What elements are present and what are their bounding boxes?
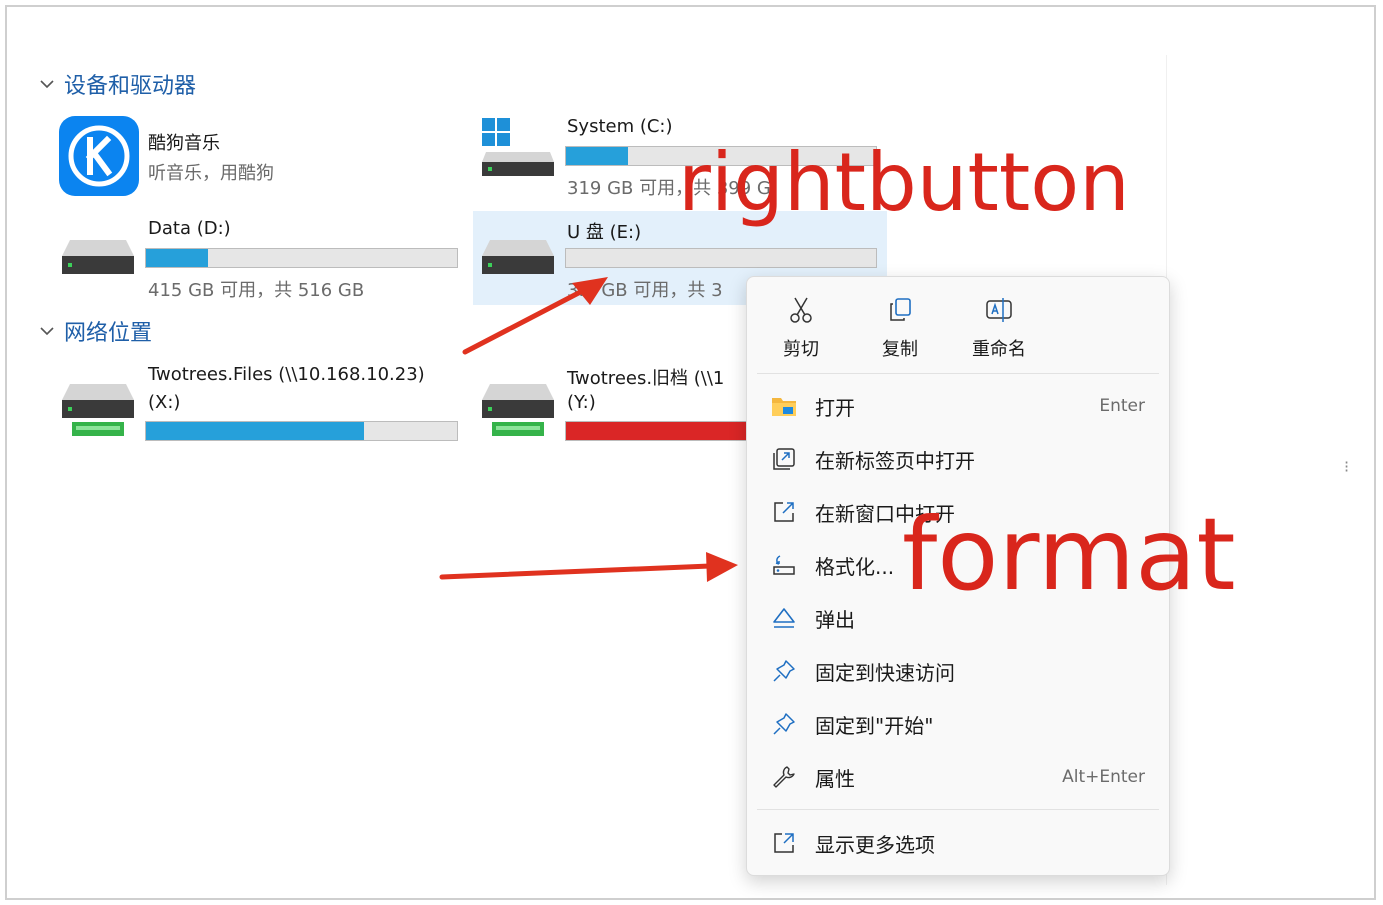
arrow-head xyxy=(706,552,738,582)
arrow-to-udisk xyxy=(462,284,593,355)
annotation-format: format xyxy=(902,496,1236,613)
annotation-rightbutton: rightbutton xyxy=(678,136,1130,229)
arrow-to-format xyxy=(439,563,713,580)
edge-glyph: ⁝ xyxy=(1344,457,1350,476)
